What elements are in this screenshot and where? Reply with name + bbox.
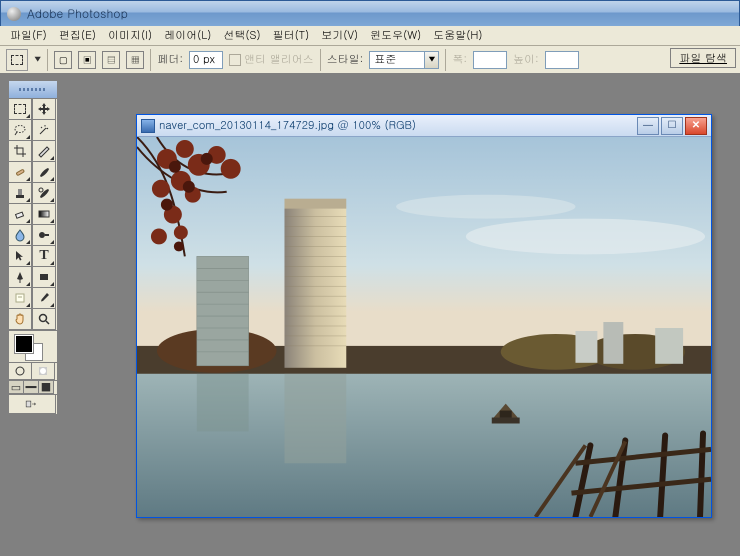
feather-label: 페더:	[157, 52, 183, 67]
document-titlebar[interactable]: naver_com_20130114_174729.jpg @ 100% (RG…	[137, 115, 711, 137]
feather-input[interactable]	[189, 51, 223, 69]
heal-tool[interactable]	[8, 161, 32, 183]
selection-subtract-button[interactable]: ▤	[102, 51, 120, 69]
shape-icon	[37, 270, 51, 284]
file-explorer-button[interactable]: 파일 탐색	[670, 48, 736, 68]
jump-to-imageready[interactable]	[8, 394, 56, 414]
quickmask-off-button[interactable]	[8, 362, 32, 380]
brush-tool[interactable]	[32, 161, 56, 183]
notes-icon	[13, 291, 27, 305]
lasso-tool[interactable]	[8, 119, 32, 141]
title-bar: Adobe Photoshop	[0, 0, 740, 26]
lasso-icon	[13, 123, 27, 137]
blur-icon	[13, 228, 27, 242]
width-input	[473, 51, 507, 69]
path-select-tool[interactable]	[8, 245, 32, 267]
type-icon: T	[39, 248, 48, 264]
marquee-icon	[11, 55, 23, 65]
width-label: 폭:	[452, 52, 467, 67]
chevron-down-icon[interactable]: ▼	[34, 54, 41, 65]
menu-window[interactable]: 윈도우(W)	[364, 26, 427, 45]
zoom-tool[interactable]	[32, 308, 56, 330]
toolbox-panel: T ▭ ▬ ■	[8, 80, 58, 415]
hand-icon	[13, 312, 27, 326]
wand-tool[interactable]	[32, 119, 56, 141]
anti-alias-label: 앤티 앨리어스	[244, 52, 314, 67]
menu-filter[interactable]: 필터(T)	[267, 26, 316, 45]
zoom-icon	[37, 312, 51, 326]
color-swatch[interactable]	[9, 330, 57, 362]
stamp-icon	[13, 186, 27, 200]
dodge-tool[interactable]	[32, 224, 56, 246]
menu-image[interactable]: 이미지(I)	[102, 26, 158, 45]
document-title: naver_com_20130114_174729.jpg @ 100% (RG…	[159, 118, 635, 133]
document-canvas[interactable]	[137, 137, 711, 517]
eraser-tool[interactable]	[8, 203, 32, 225]
pen-tool[interactable]	[8, 266, 32, 288]
separator	[47, 49, 48, 71]
move-icon	[37, 102, 51, 116]
move-tool[interactable]	[32, 98, 56, 120]
gradient-icon	[37, 207, 51, 221]
close-button[interactable]: ✕	[685, 117, 707, 135]
shape-tool[interactable]	[32, 266, 56, 288]
hand-tool[interactable]	[8, 308, 32, 330]
notes-tool[interactable]	[8, 287, 32, 309]
selection-new-button[interactable]: ▢	[54, 51, 72, 69]
blur-tool[interactable]	[8, 224, 32, 246]
slice-tool[interactable]	[32, 140, 56, 162]
minimize-button[interactable]: —	[637, 117, 659, 135]
slice-icon	[37, 144, 51, 158]
app-icon	[7, 7, 21, 21]
eyedropper-tool[interactable]	[32, 287, 56, 309]
screen-mode-full-menubar[interactable]: ▬	[23, 380, 39, 394]
history-brush-icon	[37, 186, 51, 200]
wand-icon	[37, 123, 51, 137]
heal-icon	[13, 165, 27, 179]
height-input	[545, 51, 579, 69]
toolbox-header[interactable]	[9, 81, 57, 99]
menu-view[interactable]: 보기(V)	[315, 26, 364, 45]
separator	[320, 49, 321, 71]
eyedropper-icon	[37, 291, 51, 305]
brush-icon	[37, 165, 51, 179]
current-tool-preset[interactable]	[6, 49, 28, 71]
eraser-icon	[13, 207, 27, 221]
gradient-tool[interactable]	[32, 203, 56, 225]
separator	[150, 49, 151, 71]
menu-help[interactable]: 도움말(H)	[427, 26, 488, 45]
anti-alias-checkbox: 앤티 앨리어스	[229, 52, 314, 67]
document-window: naver_com_20130114_174729.jpg @ 100% (RG…	[136, 114, 712, 518]
crop-tool[interactable]	[8, 140, 32, 162]
type-tool[interactable]: T	[32, 245, 56, 267]
selection-intersect-button[interactable]: ▦	[126, 51, 144, 69]
dodge-icon	[37, 228, 51, 242]
menu-layer[interactable]: 레이어(L)	[158, 26, 217, 45]
options-bar: ▼ ▢ ▣ ▤ ▦ 페더: 앤티 앨리어스 스타일: 표준 ▼ 폭: 높이:	[0, 46, 740, 74]
crop-icon	[13, 144, 27, 158]
style-select[interactable]: 표준 ▼	[369, 51, 439, 69]
chevron-down-icon: ▼	[425, 51, 439, 69]
menu-bar: 파일(F) 편집(E) 이미지(I) 레이어(L) 선택(S) 필터(T) 보기…	[0, 26, 740, 46]
screen-mode-standard[interactable]: ▭	[8, 380, 24, 394]
separator	[445, 49, 446, 71]
style-value: 표준	[369, 51, 425, 69]
document-icon	[141, 119, 155, 133]
marquee-tool[interactable]	[8, 98, 32, 120]
stamp-tool[interactable]	[8, 182, 32, 204]
foreground-color[interactable]	[15, 335, 33, 353]
app-title: Adobe Photoshop	[27, 5, 128, 22]
menu-file[interactable]: 파일(F)	[4, 26, 53, 45]
maximize-button[interactable]: ☐	[661, 117, 683, 135]
quickmask-on-button[interactable]	[31, 362, 55, 380]
menu-select[interactable]: 선택(S)	[217, 26, 266, 45]
selection-add-button[interactable]: ▣	[78, 51, 96, 69]
style-label: 스타일:	[327, 52, 364, 67]
pen-icon	[13, 270, 27, 284]
arrow-icon	[13, 249, 27, 263]
height-label: 높이:	[513, 52, 539, 67]
menu-edit[interactable]: 편집(E)	[53, 26, 102, 45]
history-brush-tool[interactable]	[32, 182, 56, 204]
screen-mode-full[interactable]: ■	[38, 380, 54, 394]
